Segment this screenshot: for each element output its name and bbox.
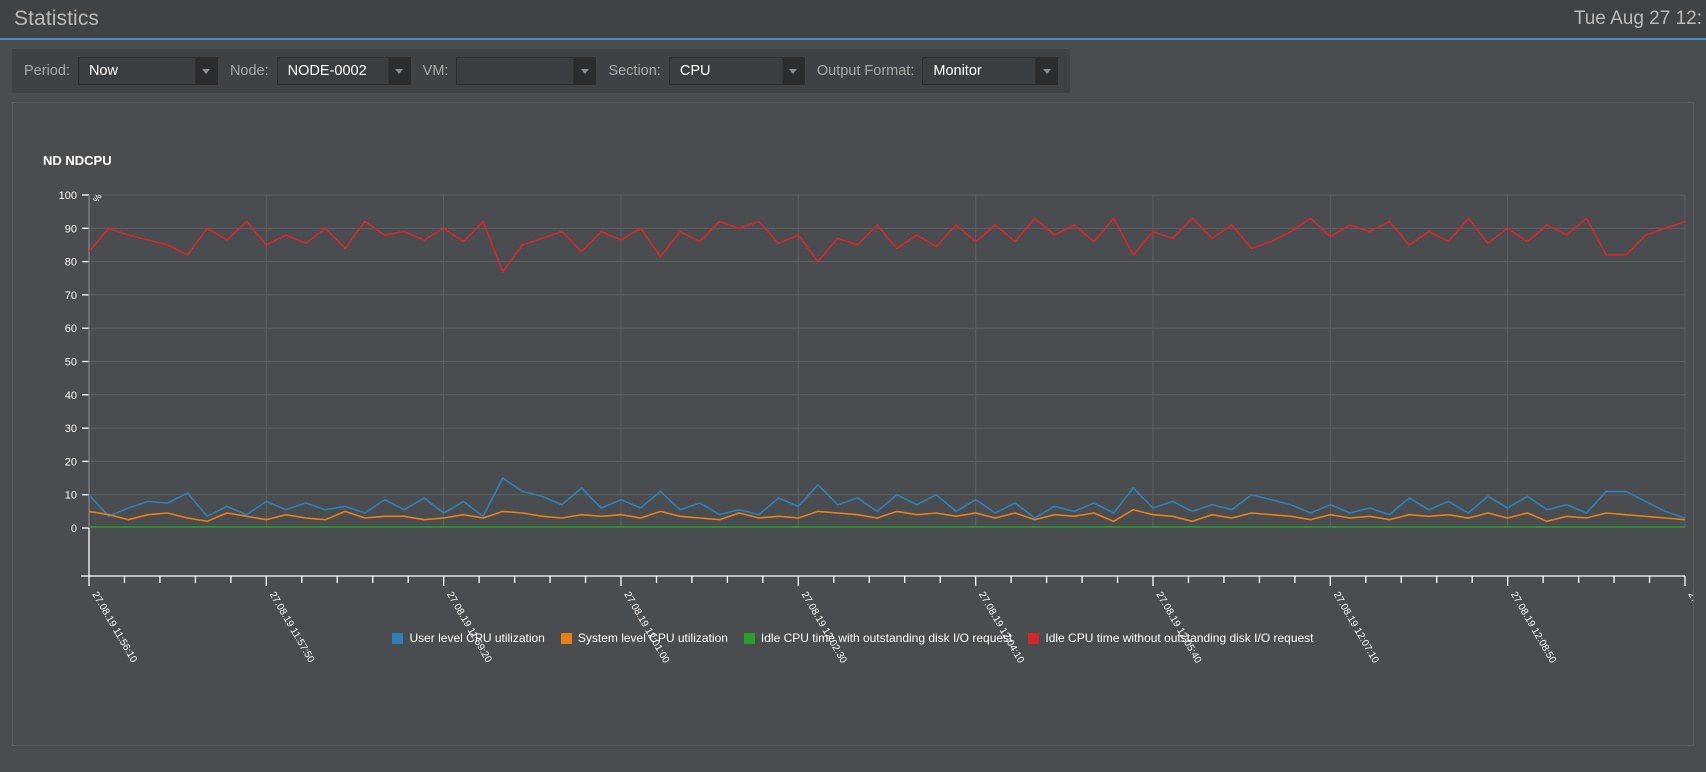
legend-label: User level CPU utilization	[409, 631, 545, 645]
legend-item[interactable]: User level CPU utilization	[392, 631, 545, 645]
chart-series-line	[88, 216, 1686, 274]
y-tick-label: 30	[65, 423, 77, 435]
filter-section: Section: CPU	[596, 57, 805, 85]
y-tick-label: 70	[65, 290, 77, 302]
x-tick-label: 27.08.19 11:57:50	[267, 590, 317, 663]
x-tick-label: 27.08.19 12:07:10	[1331, 590, 1381, 663]
chart-series-line	[88, 476, 1686, 519]
vm-select[interactable]	[456, 57, 597, 85]
app-header: Statistics Tue Aug 27 12:	[0, 0, 1706, 40]
x-tick-label: 27.08.19 12:02:30	[799, 590, 849, 663]
legend-label: System level CPU utilization	[577, 631, 728, 645]
y-tick-label: 10	[65, 490, 77, 502]
filter-period: Period: Now	[24, 57, 218, 85]
chart-plot-area: 0 10 20 30 40 50 60 70 80 90 100% 27.08.19 11:56:10…	[13, 183, 1693, 663]
y-tick-label: 20	[65, 456, 77, 468]
x-tick-label: 27.08.19 12:10:	[1685, 590, 1693, 656]
filter-toolbar: Period: Now Node: NODE-0002 VM: Section:	[12, 49, 1071, 93]
y-tick-label: 0	[71, 523, 77, 535]
page-title: Statistics	[14, 7, 100, 30]
legend-color-swatch	[743, 632, 755, 644]
legend-item[interactable]: System level CPU utilization	[560, 631, 728, 645]
chart-legend: User level CPU utilization System level C…	[13, 631, 1693, 645]
filter-node: Node: NODE-0002	[218, 57, 411, 85]
legend-label: Idle CPU time with outstanding disk I/O …	[760, 631, 1013, 645]
chevron-down-icon[interactable]	[573, 58, 596, 84]
legend-item[interactable]: Idle CPU time with outstanding disk I/O …	[743, 631, 1013, 645]
period-select[interactable]: Now	[77, 57, 218, 85]
filter-output-format: Output Format: Monitor	[805, 57, 1059, 85]
legend-color-swatch	[560, 632, 572, 644]
y-tick-label: 60	[65, 323, 77, 335]
chart-title: ND NDCPU	[43, 153, 112, 168]
header-clock: Tue Aug 27 12:	[1573, 8, 1702, 29]
chevron-down-icon[interactable]	[387, 58, 410, 84]
y-tick-label: 80	[65, 257, 77, 269]
output-format-label: Output Format:	[816, 63, 915, 79]
vm-label: VM:	[422, 63, 449, 79]
period-value: Now	[78, 58, 195, 84]
y-tick-label: 90	[65, 223, 77, 235]
chevron-down-icon[interactable]	[1035, 58, 1058, 84]
cpu-line-chart: 0 10 20 30 40 50 60 70 80 90 100 % 27.08.19 11:56:10…	[59, 190, 1693, 663]
section-value: CPU	[669, 58, 782, 84]
y-tick-label: 100	[59, 190, 77, 202]
toolbar-wrap: Period: Now Node: NODE-0002 VM: Section:	[0, 40, 1706, 102]
node-value: NODE-0002	[277, 58, 388, 84]
node-select[interactable]: NODE-0002	[276, 57, 411, 85]
x-tick-label: 27.08.19 11:59:20	[444, 590, 494, 663]
x-tick-label: 27.08.19 12:01:00	[621, 590, 671, 663]
node-label: Node:	[229, 63, 269, 79]
y-axis-unit-label: %	[91, 192, 104, 204]
y-tick-label: 50	[65, 357, 77, 369]
chevron-down-icon[interactable]	[781, 58, 804, 84]
filter-vm: VM:	[411, 57, 597, 85]
legend-label: Idle CPU time without outstanding disk I…	[1045, 631, 1314, 645]
legend-color-swatch	[392, 632, 404, 644]
x-tick-label: 27.08.19 12:04:10	[976, 590, 1026, 663]
chart-panel: ND NDCPU 0 10 20 30 40 50 60 70 80 90 100% 27.08.19…	[12, 102, 1694, 746]
section-select[interactable]: CPU	[668, 57, 805, 85]
chart-series-line	[88, 508, 1686, 523]
x-tick-label: 27.08.19 11:56:10	[89, 590, 139, 663]
output-format-value: Monitor	[923, 58, 1036, 84]
x-tick-label: 27.08.19 12:05:40	[1153, 590, 1203, 663]
section-label: Section:	[608, 63, 661, 79]
period-label: Period:	[24, 63, 70, 79]
legend-color-swatch	[1028, 632, 1040, 644]
x-tick-label: 27.08.19 12:08:50	[1508, 590, 1558, 663]
vm-value	[457, 58, 574, 84]
chevron-down-icon[interactable]	[194, 58, 217, 84]
y-tick-label: 40	[65, 390, 77, 402]
legend-item[interactable]: Idle CPU time without outstanding disk I…	[1028, 631, 1314, 645]
output-format-select[interactable]: Monitor	[922, 57, 1059, 85]
